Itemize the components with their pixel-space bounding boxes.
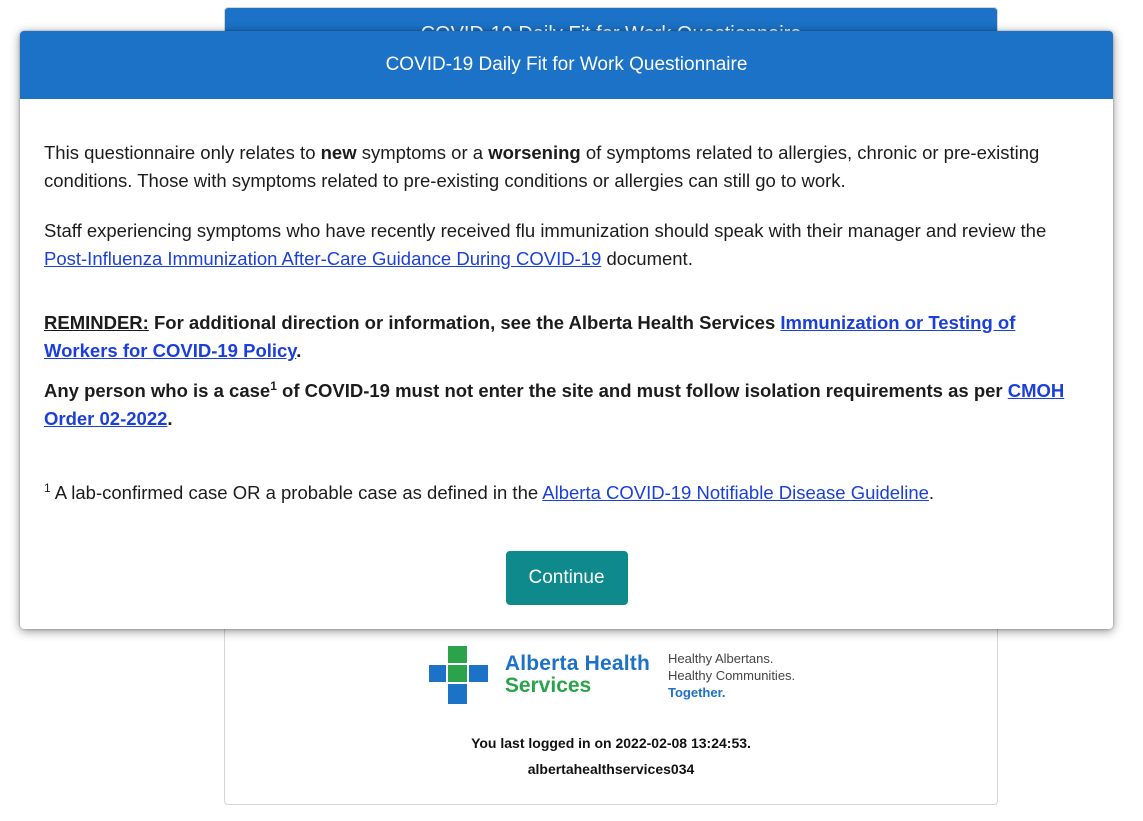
ahs-wordmark: Alberta Health Services: [505, 653, 650, 697]
modal-title: COVID-19 Daily Fit for Work Questionnair…: [20, 31, 1113, 99]
footnote-ref: 1: [270, 379, 277, 393]
footnote: 1 A lab-confirmed case OR a probable cas…: [44, 481, 935, 503]
reminder-paragraph: REMINDER: For additional direction or in…: [44, 312, 1016, 361]
emphasis-worsening: worsening: [488, 142, 581, 163]
flu-immunization-paragraph: Staff experiencing symptoms who have rec…: [44, 220, 1047, 269]
modal-body: This questionnaire only relates to new s…: [20, 139, 1113, 605]
page-footer: Alberta Health Services Healthy Albertan…: [225, 646, 997, 782]
ahs-cross-icon: [427, 646, 491, 704]
questionnaire-modal: COVID-19 Daily Fit for Work Questionnair…: [20, 31, 1113, 629]
notifiable-disease-guideline-link[interactable]: Alberta COVID-19 Notifiable Disease Guid…: [542, 482, 929, 503]
footnote-marker: 1: [44, 481, 51, 495]
emphasis-new: new: [320, 142, 357, 163]
continue-button[interactable]: Continue: [505, 551, 628, 605]
tagline-2: Healthy Communities.: [668, 667, 796, 683]
logo-line2: Services: [504, 674, 592, 697]
ahs-tagline: Healthy Albertans. Healthy Communities. …: [668, 650, 795, 701]
isolation-paragraph: Any person who is a case1 of COVID-19 mu…: [44, 379, 1065, 429]
ahs-logo: Alberta Health Services Healthy Albertan…: [225, 646, 997, 704]
reminder-label: REMINDER:: [44, 312, 149, 333]
tagline-3: Together.: [668, 684, 726, 700]
last-login-text: You last logged in on 2022-02-08 13:24:5…: [471, 735, 751, 751]
username-text: albertahealthservices034: [527, 761, 695, 777]
tagline-1: Healthy Albertans.: [668, 650, 774, 666]
logo-line1: Alberta Health: [504, 652, 650, 675]
intro-paragraph: This questionnaire only relates to new s…: [44, 142, 1040, 191]
after-care-guidance-link[interactable]: Post-Influenza Immunization After-Care G…: [44, 248, 601, 269]
